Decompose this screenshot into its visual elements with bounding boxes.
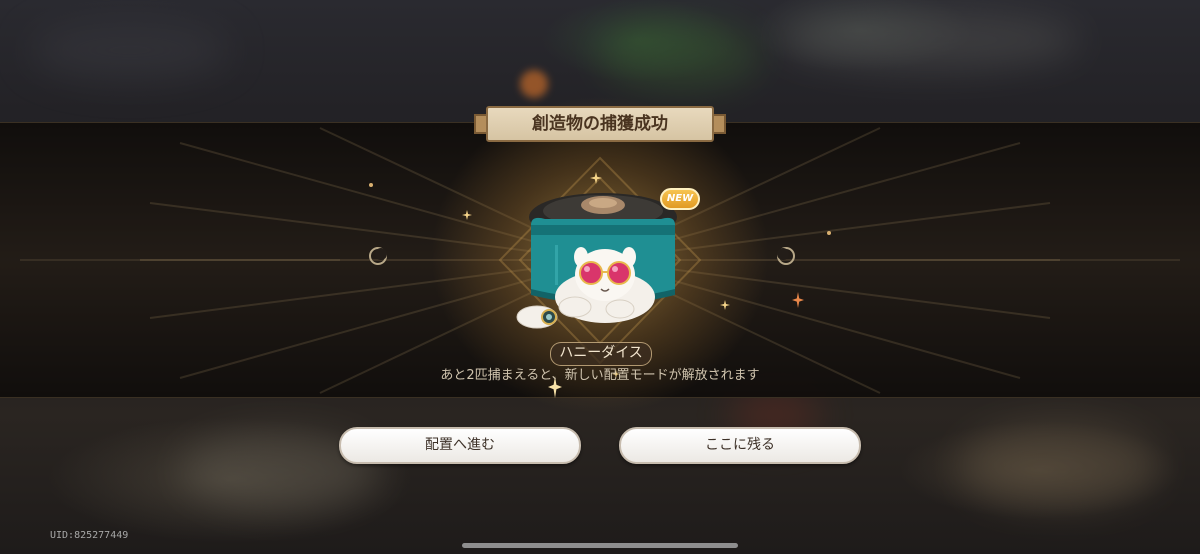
game-screen: 創造物の捕獲成功 NEW ハニーダイス あと2匹捕まえると、新しい配置モードが解… [0,0,1200,554]
sparkle-icon [827,231,831,235]
proceed-to-deploy-button[interactable]: 配置へ進む [339,427,581,464]
home-indicator[interactable] [462,543,738,548]
new-badge: NEW [660,188,700,210]
unlock-message: あと2匹捕まえると、新しい配置モードが解放されます [440,368,760,383]
background-building [780,10,1080,70]
sparkle-icon [369,183,373,187]
sparkle-icon [462,210,472,220]
crescent-moon-icon [369,247,387,265]
user-id-label: UID:825277449 [50,530,129,541]
sparkle-icon [590,172,602,184]
stay-here-button[interactable]: ここに残る [619,427,861,464]
crescent-moon-icon [777,247,795,265]
sparkle-icon [720,300,730,310]
creature-name: ハニーダイス [550,342,652,366]
background-bokeh [520,70,548,98]
creature-illustration [516,193,677,329]
sparkle-icon [792,292,804,308]
background-ground-right [960,420,1160,510]
background-foliage [600,20,760,90]
title-plaque: 創造物の捕獲成功 [474,106,726,142]
page-title: 創造物の捕獲成功 [532,114,668,134]
background-structure [30,20,230,80]
